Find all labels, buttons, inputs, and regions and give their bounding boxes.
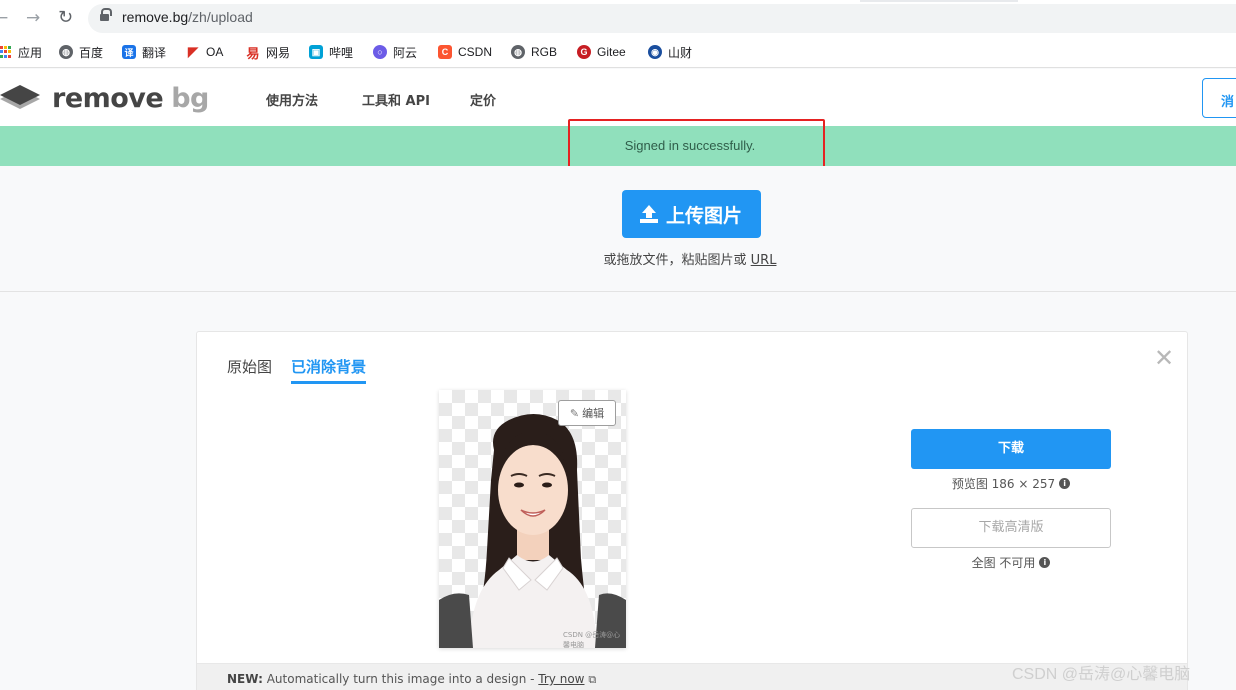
apps-grid-icon — [0, 46, 12, 58]
url-text[interactable]: remove.bg/zh/upload — [122, 9, 253, 25]
forward-arrow-icon[interactable]: → — [26, 7, 40, 29]
try-now-link[interactable]: Try now — [538, 672, 584, 686]
upload-hint: 或拖放文件，粘贴图片或 URL — [603, 253, 777, 268]
download-button[interactable]: 下载 — [911, 429, 1111, 469]
bookmark-aliyun[interactable]: ○ 阿云 — [373, 43, 417, 61]
bookmark-apps[interactable]: 应用 — [0, 43, 42, 61]
bookmark-netease[interactable]: 易 网易 — [246, 43, 290, 61]
external-link-icon[interactable]: ⧉ — [588, 673, 596, 686]
csdn-icon: C — [438, 45, 452, 59]
translate-icon: 译 — [122, 45, 136, 59]
annotation-highlight-box — [568, 119, 825, 171]
header-right-button[interactable]: 消 — [1202, 78, 1236, 118]
upload-area: 上传图片 或拖放文件，粘贴图片或 URL — [0, 166, 1236, 292]
globe-icon: ◍ — [511, 45, 525, 59]
site-header: remove bg 使用方法 工具和 API 定价 消 — [0, 69, 1236, 126]
info-icon[interactable]: i — [1039, 557, 1051, 568]
bookmark-oa[interactable]: ◤ OA — [186, 43, 223, 61]
bookmarks-bar: 应用 ◍ 百度 译 翻译 ◤ OA 易 网易 ▣ 哔哩 ○ 阿云 C CSDN … — [0, 36, 1236, 68]
removebg-logo[interactable]: remove bg — [0, 83, 209, 114]
lock-icon[interactable] — [100, 8, 112, 23]
back-arrow-icon[interactable]: ← — [0, 7, 8, 29]
upload-image-button[interactable]: 上传图片 — [622, 190, 761, 238]
address-bar[interactable]: remove.bg/zh/upload — [88, 4, 1236, 33]
gitee-icon: G — [577, 45, 591, 59]
netease-icon: 易 — [246, 45, 260, 61]
result-card: 原始图 已消除背景 ✕ ✎ 编辑 CSDN @岳涛@心馨电脑 下载 预览图 18… — [196, 331, 1188, 690]
globe-icon: ◍ — [59, 45, 73, 59]
oa-flag-icon: ◤ — [188, 44, 198, 59]
nav-tools-api[interactable]: 工具和 API — [362, 90, 430, 109]
download-hd-button[interactable]: 下载高清版 — [911, 508, 1111, 548]
bookmark-shancai[interactable]: ◉ 山财 — [648, 43, 692, 61]
browser-toolbar: ← → ↻ remove.bg/zh/upload — [0, 0, 1236, 36]
bookmark-gitee[interactable]: G Gitee — [577, 43, 626, 61]
bookmark-bilibili[interactable]: ▣ 哔哩 — [309, 43, 353, 61]
bookmark-csdn[interactable]: C CSDN — [438, 43, 492, 61]
reload-icon[interactable]: ↻ — [58, 7, 73, 29]
tab-removed-background[interactable]: 已消除背景 — [291, 356, 367, 384]
close-icon[interactable]: ✕ — [1154, 346, 1174, 370]
result-preview-image: ✎ 编辑 CSDN @岳涛@心馨电脑 — [439, 390, 626, 648]
bookmark-rgb[interactable]: ◍ RGB — [511, 43, 557, 61]
aliyun-icon: ○ — [373, 45, 387, 59]
brush-icon: ✎ — [569, 406, 580, 420]
nav-pricing[interactable]: 定价 — [470, 90, 496, 109]
preview-watermark: CSDN @岳涛@心馨电脑 — [563, 631, 621, 648]
upload-url-link[interactable]: URL — [751, 253, 777, 268]
school-icon: ◉ — [648, 45, 662, 59]
bilibili-icon: ▣ — [309, 45, 323, 59]
edit-button[interactable]: ✎ 编辑 — [558, 400, 616, 426]
page-watermark: CSDN @岳涛@心馨电脑 — [1012, 666, 1191, 683]
preview-size-info: 预览图 186 × 257 i — [911, 475, 1111, 492]
full-size-info: 全图 不可用 i — [911, 554, 1111, 571]
bookmark-translate[interactable]: 译 翻译 — [122, 43, 166, 61]
layers-logo-icon — [0, 85, 40, 109]
bookmark-baidu[interactable]: ◍ 百度 — [59, 43, 103, 61]
info-icon[interactable]: i — [1059, 478, 1071, 489]
tab-original[interactable]: 原始图 — [227, 356, 272, 377]
nav-how-to-use[interactable]: 使用方法 — [266, 90, 318, 109]
upload-icon — [640, 205, 658, 223]
tab-strip-segment — [860, 0, 1018, 2]
portrait-image — [439, 414, 626, 648]
